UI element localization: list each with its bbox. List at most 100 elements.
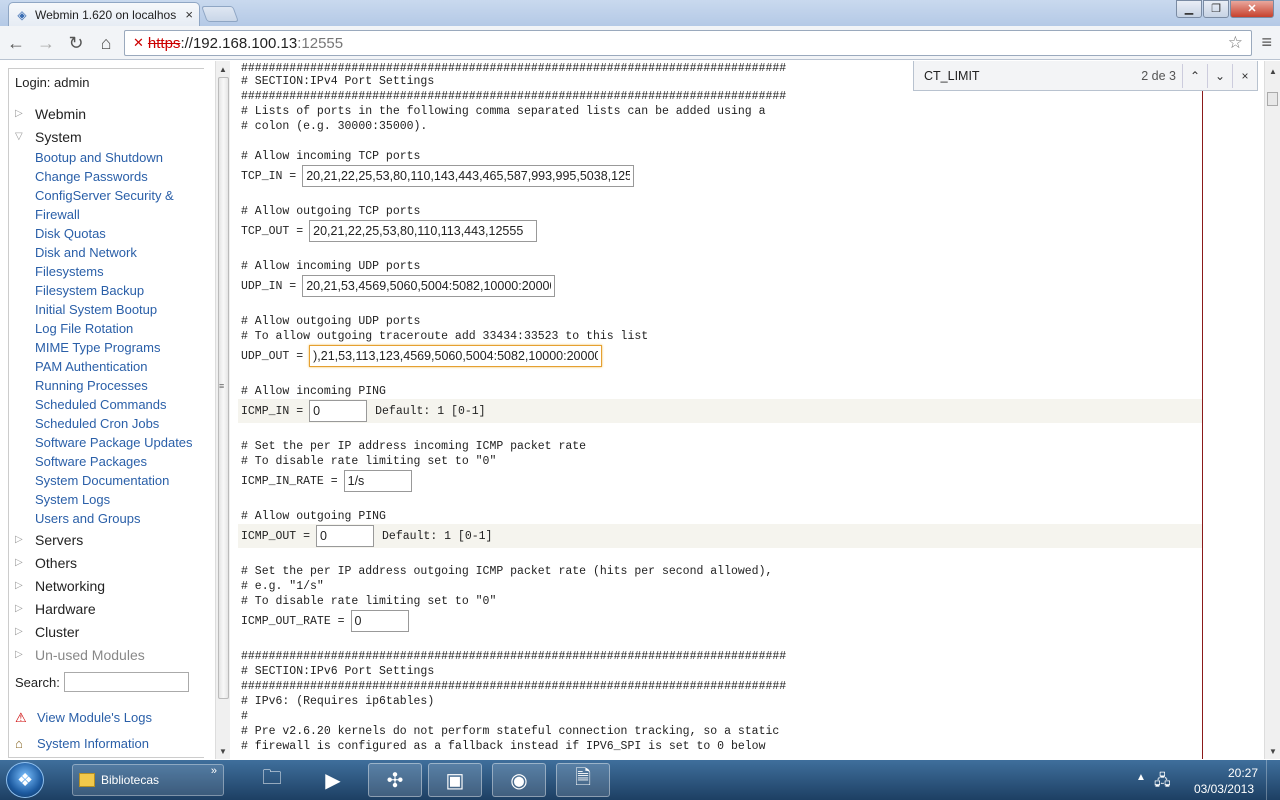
hash-line: ########################################… (241, 680, 787, 693)
tcp-out-input[interactable] (309, 220, 538, 242)
find-next-button[interactable]: ⌄ (1207, 63, 1232, 88)
home-button[interactable]: ⌂ (92, 29, 120, 57)
browser-menu-icon[interactable]: ≡ (1261, 32, 1272, 53)
category-hardware[interactable]: ▷ Hardware (15, 597, 204, 620)
category-label: Networking (35, 577, 106, 594)
module-link[interactable]: Users and Groups (15, 509, 204, 528)
default-hint: Default: 1 [0-1] (382, 529, 493, 543)
resize-grip-icon[interactable]: ≡ (219, 381, 224, 391)
section-ipv6-heading: # SECTION:IPv6 Port Settings (241, 665, 435, 678)
network-status-icon[interactable]: 🖧 (1154, 770, 1171, 795)
module-link[interactable]: Initial System Bootup (15, 300, 204, 319)
scroll-up-icon[interactable]: ▲ (1269, 67, 1277, 76)
udp-out-input[interactable] (309, 345, 603, 367)
window-controls: ▁ ❐ ✕ (1175, 0, 1274, 18)
category-webmin[interactable]: ▷ Webmin (15, 102, 204, 125)
tab-close-icon[interactable]: × (185, 7, 193, 22)
category-cluster[interactable]: ▷ Cluster (15, 620, 204, 643)
category-unused-modules[interactable]: ▷ Un-used Modules (15, 643, 204, 666)
icmp-in-input[interactable] (309, 400, 368, 422)
find-bar: CT_LIMIT 2 de 3 ⌃ ⌄ × (913, 61, 1258, 91)
module-link[interactable]: System Logs (15, 490, 204, 509)
icmp-out-input[interactable] (316, 525, 375, 547)
module-link[interactable]: PAM Authentication (15, 357, 204, 376)
module-link[interactable]: Running Processes (15, 376, 204, 395)
expanded-triangle-icon: ▽ (15, 131, 23, 142)
minimize-button[interactable]: ▁ (1176, 0, 1202, 18)
browser-tab[interactable]: ◈ Webmin 1.620 on localhos × (8, 2, 200, 26)
link-label: View Module's Logs (37, 710, 152, 725)
search-input[interactable] (63, 672, 189, 692)
setting-icmp-out: ICMP_OUT = Default: 1 [0-1] (238, 524, 1202, 548)
module-link[interactable]: Filesystems (15, 262, 204, 281)
close-window-button[interactable]: ✕ (1230, 0, 1274, 18)
find-input[interactable]: CT_LIMIT (924, 69, 1141, 83)
comment-line: # Allow outgoing UDP ports (241, 315, 421, 328)
new-tab-button[interactable] (201, 6, 239, 22)
view-module-logs-link[interactable]: ⚠ View Module's Logs (15, 706, 204, 729)
icmp-in-rate-input[interactable] (343, 470, 412, 492)
insecure-lock-icon: ✕ (133, 35, 144, 50)
module-link[interactable]: MIME Type Programs (15, 338, 204, 357)
clock-date[interactable]: 03/03/2013 (1194, 782, 1254, 796)
network-tool-icon[interactable]: ✣ (368, 763, 422, 797)
maximize-button[interactable]: ❐ (1203, 0, 1229, 18)
module-link[interactable]: Software Package Updates (15, 433, 204, 452)
taskbar-libraries[interactable]: Bibliotecas » (72, 764, 224, 796)
category-others[interactable]: ▷ Others (15, 551, 204, 574)
comment-line: # Set the per IP address incoming ICMP p… (241, 440, 587, 453)
module-link[interactable]: Disk Quotas (15, 224, 204, 243)
csf-config-editor: ########################################… (238, 61, 1203, 759)
icmp-out-rate-input[interactable] (350, 610, 409, 632)
clock-time[interactable]: 20:27 (1228, 766, 1258, 780)
module-search: Search: (15, 672, 204, 692)
main-scrollbar[interactable]: ▲ ▼ (1264, 61, 1280, 759)
link-label: System Information (37, 736, 149, 751)
module-link[interactable]: Software Packages (15, 452, 204, 471)
start-button[interactable]: ❖ (6, 762, 44, 798)
left-scrollbar[interactable]: ▲ ≡ ▼ (215, 61, 230, 759)
find-close-button[interactable]: × (1232, 63, 1257, 88)
text-editor-icon[interactable]: 🗎 (556, 763, 610, 797)
reload-button[interactable]: ↻ (62, 29, 90, 57)
comment-line: # Pre v2.6.20 kernels do not perform sta… (241, 725, 780, 738)
module-link[interactable]: Scheduled Cron Jobs (15, 414, 204, 433)
folder-icon (79, 773, 95, 787)
forward-button[interactable]: → (32, 29, 60, 57)
module-link[interactable]: Change Passwords (15, 167, 204, 186)
module-link[interactable]: Firewall (15, 205, 204, 224)
module-link[interactable]: ConfigServer Security & (15, 186, 204, 205)
category-system[interactable]: ▽ System (15, 125, 204, 148)
explorer-icon[interactable]: 🗀 (245, 763, 299, 797)
back-button[interactable]: ← (2, 29, 30, 57)
media-player-icon[interactable]: ▶ (306, 763, 360, 797)
category-label: Hardware (35, 600, 96, 617)
category-servers[interactable]: ▷ Servers (15, 528, 204, 551)
module-link[interactable]: Log File Rotation (15, 319, 204, 338)
scroll-down-icon[interactable]: ▼ (1269, 747, 1277, 756)
chrome-icon[interactable]: ◉ (492, 763, 546, 797)
section-ipv4-heading: # SECTION:IPv4 Port Settings (241, 75, 435, 88)
scrollbar-thumb[interactable] (1267, 92, 1278, 106)
scroll-down-icon[interactable]: ▼ (219, 747, 227, 756)
module-link[interactable]: Scheduled Commands (15, 395, 204, 414)
virtualbox-icon[interactable]: ▣ (428, 763, 482, 797)
setting-label: UDP_OUT = (241, 349, 304, 363)
bookmark-star-icon[interactable]: ☆ (1228, 33, 1243, 53)
system-information-link[interactable]: ⌂ System Information (15, 732, 204, 755)
address-bar[interactable]: ✕ https :// 192.168.100.13 :12555 ☆ (124, 30, 1252, 56)
more-chevron-icon[interactable]: » (211, 765, 217, 777)
setting-udp-out: UDP_OUT = (238, 344, 1202, 368)
module-link[interactable]: Filesystem Backup (15, 281, 204, 300)
module-link[interactable]: Disk and Network (15, 243, 204, 262)
module-link[interactable]: Bootup and Shutdown (15, 148, 204, 167)
module-link[interactable]: System Documentation (15, 471, 204, 490)
tcp-in-input[interactable] (302, 165, 635, 187)
find-previous-button[interactable]: ⌃ (1182, 63, 1207, 88)
udp-in-input[interactable] (302, 275, 556, 297)
scroll-up-icon[interactable]: ▲ (219, 65, 227, 74)
category-networking[interactable]: ▷ Networking (15, 574, 204, 597)
category-label: Servers (35, 531, 84, 548)
show-desktop-button[interactable] (1266, 760, 1280, 800)
tray-expand-icon[interactable]: ▲ (1136, 772, 1146, 783)
